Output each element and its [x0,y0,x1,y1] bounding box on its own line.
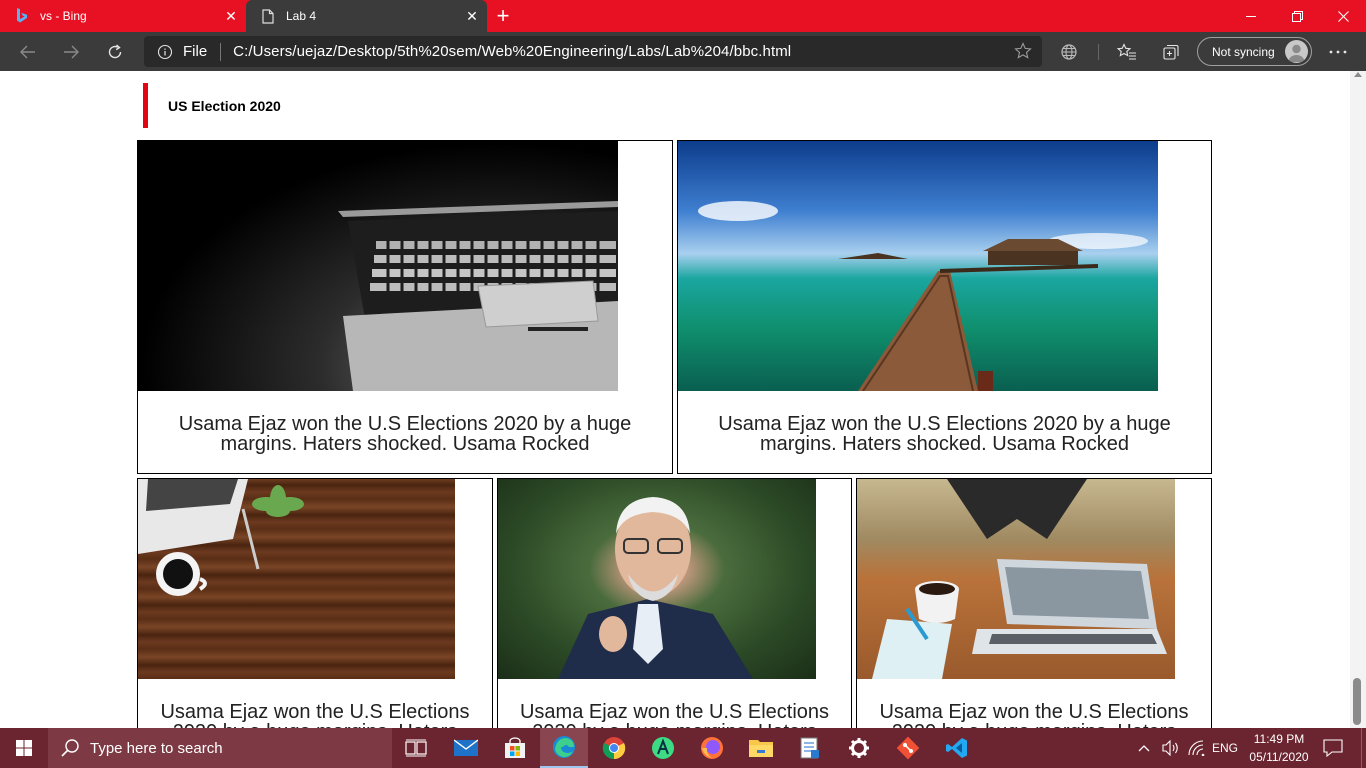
clock-time: 11:49 PM [1253,732,1305,746]
section-title: US Election 2020 [143,83,281,128]
task-view-icon[interactable] [392,728,440,768]
search-icon [60,738,80,758]
card-caption[interactable]: Usama Ejaz won the U.S Elections 2020 by… [678,414,1211,454]
git-icon[interactable] [884,728,932,768]
vscode-icon[interactable] [933,728,981,768]
divider [220,42,222,61]
tab-lab4[interactable]: Lab 4 ✕ [246,0,487,32]
news-card[interactable]: Usama Ejaz won the U.S Elections 2020 by… [497,478,852,728]
tab-strip: vs - Bing ✕ Lab 4 ✕ + [0,0,1366,32]
forward-icon[interactable] [55,36,87,68]
sync-label: Not syncing [1212,44,1275,59]
globe-icon[interactable] [1055,38,1083,66]
settings-icon[interactable] [835,728,883,768]
more-options-icon[interactable] [1324,38,1352,66]
clock-date: 05/11/2020 [1249,750,1309,764]
profile-sync-button[interactable]: Not syncing [1197,37,1312,66]
man-speaking-image [498,479,816,679]
restore-icon[interactable] [1274,0,1320,32]
info-icon[interactable] [157,44,173,60]
show-desktop-button[interactable] [1361,728,1366,768]
android-studio-icon[interactable] [639,728,687,768]
tropical-pier-image [678,141,1158,391]
chrome-icon[interactable] [590,728,638,768]
notifications-icon[interactable] [1323,728,1343,768]
search-placeholder: Type here to search [90,739,223,757]
clock[interactable]: 11:49 PM 05/11/2020 [1240,730,1318,768]
laptop-table-image [857,479,1175,679]
volume-icon[interactable] [1162,728,1180,768]
wifi-icon[interactable] [1188,728,1206,768]
laptop-keyboard-image [138,141,618,391]
scroll-up-icon[interactable] [1351,71,1365,81]
news-card[interactable]: Usama Ejaz won the U.S Elections 2020 by… [137,478,493,728]
address-bar[interactable]: File C:/Users/uejaz/Desktop/5th%20sem/We… [144,36,1042,67]
star-icon[interactable] [1014,42,1032,63]
firefox-icon[interactable] [688,728,736,768]
avatar [1285,40,1308,63]
minimize-icon[interactable] [1228,0,1274,32]
file-explorer-icon[interactable] [737,728,785,768]
news-card[interactable]: Usama Ejaz won the U.S Elections 2020 by… [856,478,1212,728]
taskbar: Type here to search ENG 11:49 PM 05/11/2… [0,728,1366,768]
refresh-icon[interactable] [99,36,131,68]
url-text[interactable]: C:/Users/uejaz/Desktop/5th%20sem/Web%20E… [233,43,791,60]
card-caption[interactable]: Usama Ejaz won the U.S Elections 2020 by… [857,702,1211,728]
scrollbar-thumb[interactable] [1353,678,1361,725]
wooden-desk-image [138,479,455,679]
edge-icon[interactable] [540,728,588,768]
scrollbar[interactable] [1350,71,1366,728]
favorites-icon[interactable] [1113,38,1141,66]
back-icon[interactable] [12,36,44,68]
divider [1098,44,1099,60]
bing-icon [14,8,30,24]
notepad-icon[interactable] [786,728,834,768]
close-icon[interactable]: ✕ [216,0,246,32]
tab-title: Lab 4 [286,9,317,23]
page-viewport: US Election 2020 Usama Ejaz won the U.S … [0,71,1350,728]
card-caption[interactable]: Usama Ejaz won the U.S Elections 2020 by… [138,702,492,728]
tab-bing[interactable]: vs - Bing ✕ [0,0,246,32]
store-icon[interactable] [491,728,539,768]
file-label: File [183,43,208,60]
close-icon[interactable]: ✕ [457,0,487,32]
tab-title: vs - Bing [40,9,87,23]
taskbar-search-input[interactable]: Type here to search [48,728,392,768]
news-card[interactable]: Usama Ejaz won the U.S Elections 2020 by… [137,140,673,474]
new-tab-button[interactable]: + [489,0,517,32]
mail-icon[interactable] [442,728,490,768]
show-hidden-icons-icon[interactable] [1138,728,1150,768]
windows-start-icon[interactable] [0,728,48,768]
close-window-icon[interactable] [1320,0,1366,32]
language-indicator[interactable]: ENG [1212,728,1238,768]
card-caption[interactable]: Usama Ejaz won the U.S Elections 2020 by… [138,414,672,454]
news-card[interactable]: Usama Ejaz won the U.S Elections 2020 by… [677,140,1212,474]
browser-toolbar: File C:/Users/uejaz/Desktop/5th%20sem/We… [0,32,1366,71]
collections-icon[interactable] [1157,38,1185,66]
card-caption[interactable]: Usama Ejaz won the U.S Elections 2020 by… [498,702,851,728]
page-icon [260,8,276,24]
